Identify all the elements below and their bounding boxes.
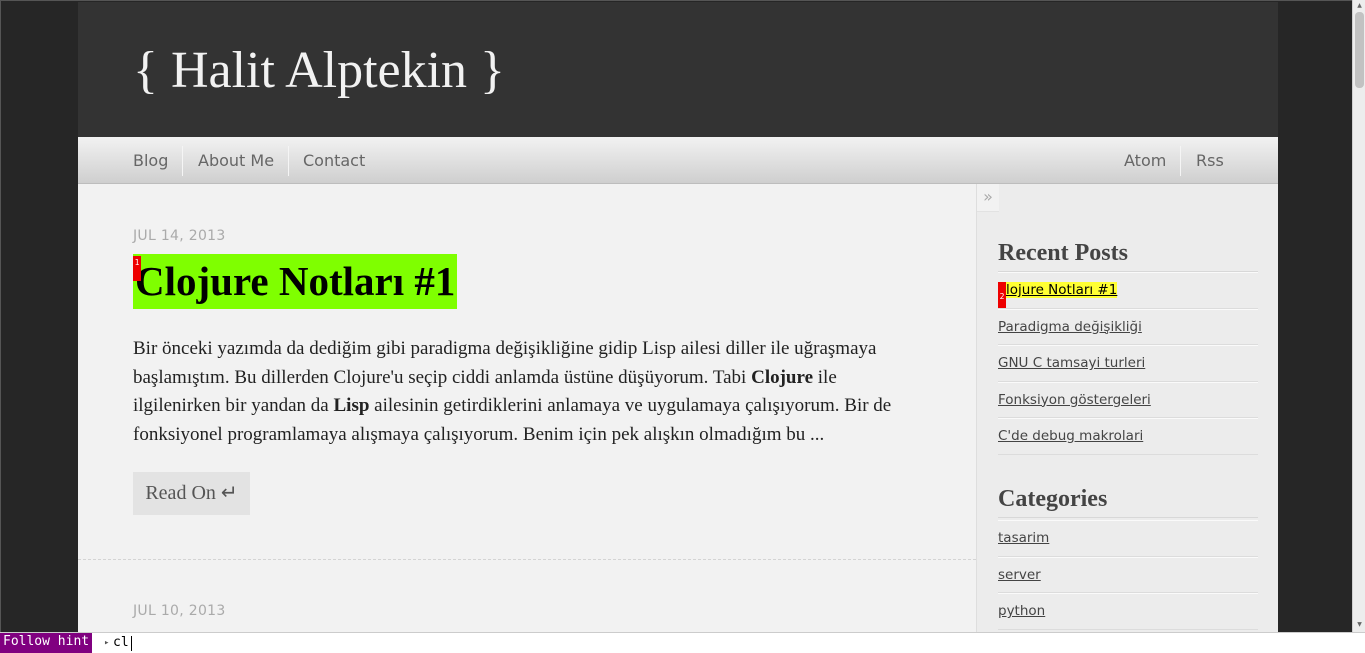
nav-atom-link[interactable]: Atom (1124, 137, 1166, 183)
category-link[interactable]: python (998, 603, 1045, 619)
recent-post-link[interactable]: Fonksiyon göstergeleri (998, 392, 1151, 408)
categories-list: tasarim server python (998, 520, 1258, 630)
nav-rss-link[interactable]: Rss (1196, 137, 1224, 183)
categories-heading: Categories (998, 486, 1258, 518)
post-excerpt: Bir önceki yazımda da dediğim gibi parad… (133, 335, 923, 449)
excerpt-bold: Clojure (751, 366, 814, 388)
scrollbar-thumb[interactable] (1355, 12, 1364, 88)
list-item: C'de debug makrolari (998, 418, 1258, 455)
main-navigation: Blog About Me Contact Atom Rss (78, 137, 1278, 184)
sidebar: » Recent Posts lojure Notları #1 2 Parad… (976, 184, 1278, 632)
nav-divider (288, 146, 289, 176)
list-item: Fonksiyon göstergeleri (998, 381, 1258, 418)
mode-label: Follow hint (0, 633, 93, 653)
text-caret (131, 636, 132, 651)
excerpt-bold: Lisp (333, 395, 370, 416)
list-item: python (998, 593, 1258, 630)
nav-contact-link[interactable]: Contact (303, 137, 365, 183)
list-item: lojure Notları #1 2 (998, 272, 1258, 309)
post-date: JUL 10, 2013 (133, 603, 226, 619)
recent-post-link[interactable]: Paradigma değişikliği (998, 319, 1142, 335)
recent-posts-heading: Recent Posts (998, 240, 1258, 272)
nav-about-link[interactable]: About Me (198, 137, 274, 183)
scroll-down-icon[interactable]: ▼ (1355, 621, 1364, 629)
category-link[interactable]: tasarim (998, 530, 1049, 546)
hint-badge: 2 (998, 282, 1006, 308)
recent-post-link[interactable]: GNU C tamsayi turleri (998, 355, 1145, 371)
recent-posts-list: lojure Notları #1 2 Paradigma değişikliğ… (998, 272, 1258, 455)
vertical-scrollbar[interactable]: ▲ ▼ (1352, 0, 1365, 632)
nav-blog-link[interactable]: Blog (133, 137, 168, 183)
post-title-link[interactable]: Clojure Notları #1 (133, 254, 458, 309)
list-item: Paradigma değişikliği (998, 308, 1258, 345)
post-date: JUL 14, 2013 (133, 228, 226, 244)
post-divider (78, 559, 976, 560)
read-on-button[interactable]: Read On ↵ (133, 472, 250, 515)
recent-post-link[interactable]: C'de debug makrolari (998, 428, 1143, 444)
nav-divider (182, 146, 183, 176)
collapse-sidebar-button[interactable]: » (977, 184, 999, 212)
site-title-link[interactable]: { Halit Alptekin } (133, 40, 505, 102)
site-header: { Halit Alptekin } (78, 2, 1278, 137)
hint-badge: 1 (133, 256, 141, 281)
browser-viewport: { Halit Alptekin } Blog About Me Contact… (0, 0, 1352, 632)
command-statusbar: Follow hint ▸ (0, 632, 1365, 653)
nav-divider (1180, 146, 1181, 176)
recent-post-link[interactable]: lojure Notları #1 (998, 282, 1118, 298)
list-item: GNU C tamsayi turleri (998, 345, 1258, 382)
command-input[interactable] (113, 633, 513, 653)
list-item: tasarim (998, 520, 1258, 557)
blog-page: { Halit Alptekin } Blog About Me Contact… (78, 2, 1278, 632)
category-link[interactable]: server (998, 567, 1041, 583)
main-content: JUL 14, 2013 Clojure Notları #1 1 Bir ön… (78, 184, 976, 632)
scroll-up-icon[interactable]: ▲ (1355, 2, 1364, 10)
prompt-arrow-icon: ▸ (104, 638, 110, 648)
list-item: server (998, 556, 1258, 593)
